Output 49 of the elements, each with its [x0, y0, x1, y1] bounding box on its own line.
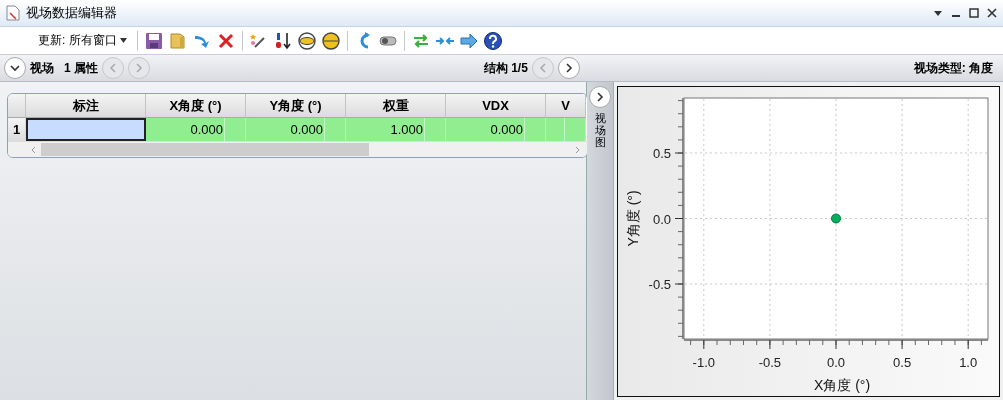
help-icon[interactable]	[482, 30, 503, 51]
section-label: 视场	[30, 59, 54, 77]
chevron-icon	[595, 92, 605, 102]
chevron-icon	[563, 63, 574, 73]
row-header[interactable]: 1	[8, 118, 26, 141]
column-header[interactable]: Y角度 (°)	[246, 94, 346, 118]
horizontal-scrollbar[interactable]	[8, 141, 587, 157]
x-tick-label: -0.5	[758, 355, 782, 370]
table-cell[interactable]: 0.000	[146, 118, 246, 141]
property-count: 1 属性	[64, 59, 98, 77]
window-title: 视场数据编辑器	[26, 4, 118, 22]
maximize-icon[interactable]	[969, 8, 979, 18]
column-header[interactable]: X角度 (°)	[146, 94, 246, 118]
next-button[interactable]	[557, 57, 580, 79]
y-tick-label: -0.5	[648, 277, 671, 292]
close-icon[interactable]	[987, 8, 997, 18]
x-tick-label: -1.0	[692, 355, 716, 370]
y-tick-label: 0.0	[652, 211, 671, 227]
table-cell[interactable]: 1.000	[346, 118, 446, 141]
update-dropdown[interactable]: 更新: 所有窗口	[34, 32, 131, 49]
corner-cell	[8, 94, 26, 118]
expand-panel-button[interactable]	[589, 86, 611, 108]
ellipse-icon[interactable]	[320, 30, 341, 51]
chevron-icon	[537, 63, 548, 73]
column-header[interactable]: VDX	[446, 94, 546, 118]
table-cell[interactable]: 0.000	[246, 118, 346, 141]
y-tick-label: 0.5	[652, 146, 671, 161]
chevron-icon	[10, 63, 20, 73]
ellipse-icon[interactable]	[296, 30, 317, 51]
document-icon	[6, 5, 20, 21]
column-header[interactable]: 权重	[346, 94, 446, 118]
field-type-label: 视场类型: 角度	[913, 59, 993, 77]
table-cell[interactable]	[26, 118, 146, 141]
y-axis-label: Y角度 (°)	[625, 190, 641, 247]
dropdown-icon[interactable]	[933, 8, 943, 18]
side-tab[interactable]: 视场图	[594, 112, 606, 149]
table-cell[interactable]: 0.000	[446, 118, 546, 141]
x-tick-label: 0.0	[826, 355, 846, 370]
save-icon[interactable]	[143, 30, 164, 51]
expand-button[interactable]	[4, 57, 26, 79]
chevron-icon	[134, 63, 144, 73]
structure-label: 结构 1/5	[483, 59, 528, 77]
chevron-icon	[108, 63, 118, 73]
x-axis-label: X角度 (°)	[813, 377, 871, 393]
x-tick-label: 0.5	[893, 355, 912, 370]
column-header[interactable]: V	[546, 94, 586, 118]
x-tick-label: 1.0	[959, 355, 978, 370]
column-header[interactable]: 标注	[26, 94, 146, 118]
caret-icon	[119, 38, 127, 43]
